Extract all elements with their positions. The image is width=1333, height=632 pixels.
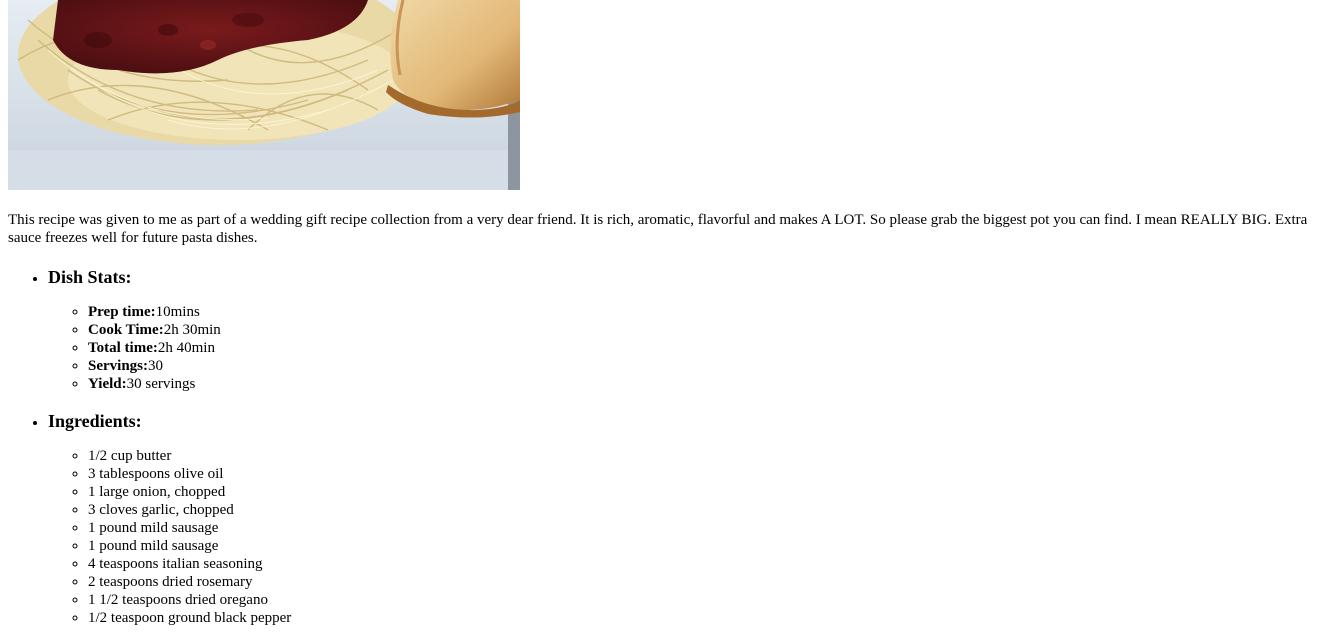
- stat-value: 2h 30min: [163, 322, 221, 338]
- section-dish-stats: Dish Stats: Prep time:10mins Cook Time:2…: [48, 266, 1325, 393]
- recipe-page: This recipe was given to me as part of a…: [8, 0, 1325, 632]
- ingredients-list: 1/2 cup butter 3 tablespoons olive oil 1…: [48, 447, 1325, 627]
- stat-value: 2h 40min: [157, 340, 215, 356]
- ingredient-item: 1/2 teaspoon ground black pepper: [88, 609, 1325, 627]
- ingredient-item: 3 cloves garlic, chopped: [88, 501, 1325, 519]
- stat-value: 30: [148, 358, 163, 374]
- stat-total-time: Total time:2h 40min: [88, 339, 1325, 357]
- ingredient-item: 2 teaspoons dried rosemary: [88, 573, 1325, 591]
- ingredient-item: 1 large onion, chopped: [88, 483, 1325, 501]
- stat-prep-time: Prep time:10mins: [88, 303, 1325, 321]
- recipe-intro: This recipe was given to me as part of a…: [8, 212, 1308, 246]
- ingredient-item: 1 1/2 teaspoons dried oregano: [88, 591, 1325, 609]
- recipe-photo: [8, 0, 520, 190]
- stat-label: Prep time:: [88, 304, 156, 320]
- stat-label: Cook Time:: [88, 322, 164, 338]
- stat-value: 10mins: [155, 304, 200, 320]
- ingredient-item: 1/2 cup butter: [88, 447, 1325, 465]
- section-ingredients: Ingredients: 1/2 cup butter 3 tablespoon…: [48, 410, 1325, 627]
- dish-stats-list: Prep time:10mins Cook Time:2h 30min Tota…: [48, 303, 1325, 393]
- stat-label: Yield:: [88, 376, 127, 392]
- dish-stats-heading: Dish Stats:: [48, 267, 132, 287]
- stat-cook-time: Cook Time:2h 30min: [88, 321, 1325, 339]
- spaghetti-image: [8, 0, 520, 190]
- stat-servings: Servings:30: [88, 357, 1325, 375]
- ingredient-item: 3 tablespoons olive oil: [88, 465, 1325, 483]
- stat-label: Servings:: [88, 358, 148, 374]
- ingredients-heading: Ingredients:: [48, 411, 142, 431]
- stat-value: 30 servings: [126, 376, 196, 392]
- recipe-sections: Dish Stats: Prep time:10mins Cook Time:2…: [8, 266, 1325, 627]
- ingredient-item: 1 pound mild sausage: [88, 537, 1325, 555]
- stat-label: Total time:: [88, 340, 158, 356]
- ingredient-item: 4 teaspoons italian seasoning: [88, 555, 1325, 573]
- stat-yield: Yield:30 servings: [88, 375, 1325, 393]
- ingredient-item: 1 pound mild sausage: [88, 519, 1325, 537]
